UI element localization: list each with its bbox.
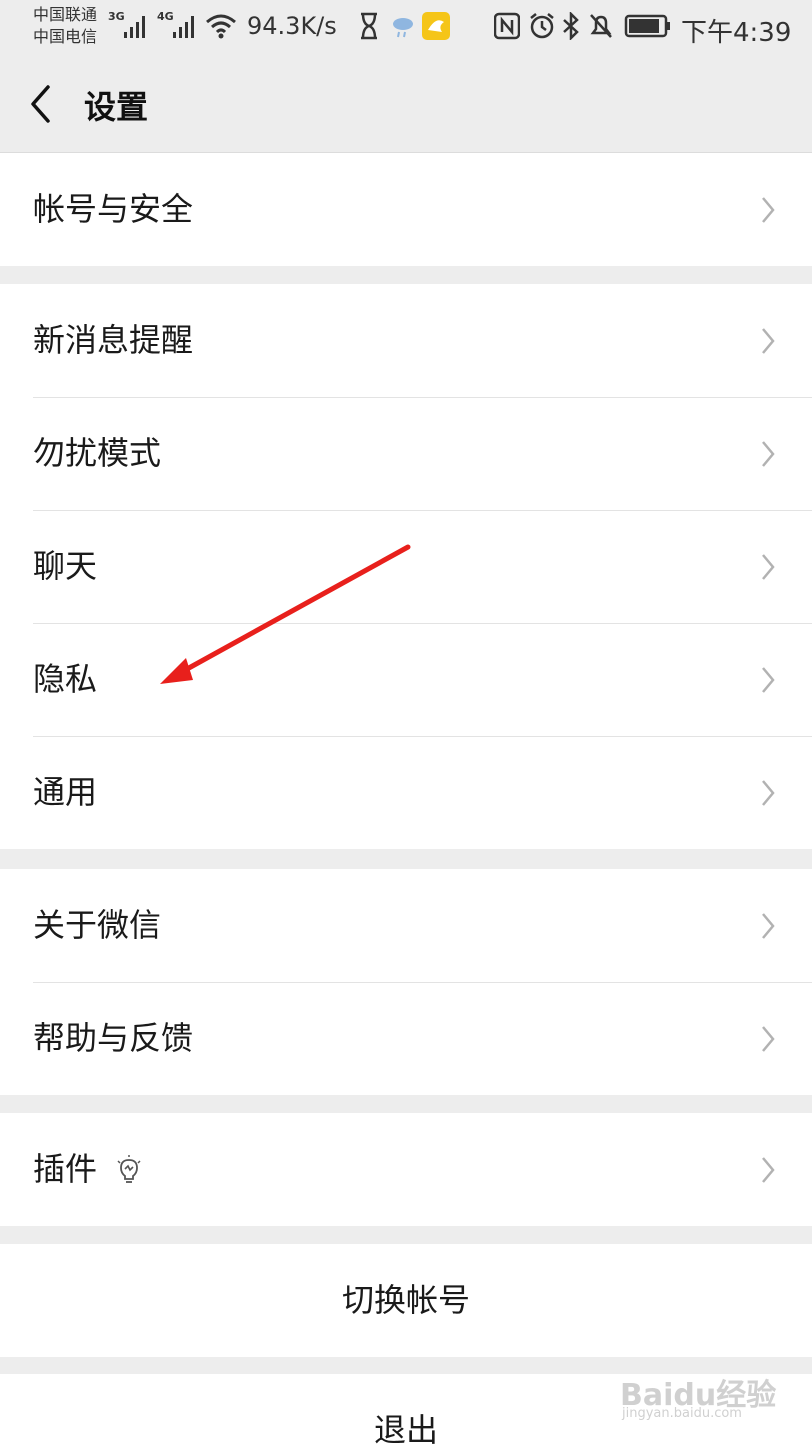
settings-item-help-feedback[interactable]: 帮助与反馈 [0,982,812,1095]
weather-icon [393,18,413,38]
settings-item-account-security[interactable]: 帐号与安全 [0,153,812,266]
settings-item-plugins[interactable]: 插件 [0,1113,812,1226]
settings-item-about[interactable]: 关于微信 [0,869,812,982]
back-arrow-icon[interactable] [28,84,54,124]
chevron-right-icon [762,328,775,354]
chevron-right-icon [762,197,775,223]
carrier-labels: 中国联通 中国电信 [33,4,97,48]
navigation-bar: 设置 [0,56,812,153]
settings-item-label: 隐私 [33,660,98,698]
settings-item-privacy[interactable]: 隐私 [0,623,812,736]
signal-icon [124,16,145,38]
settings-item-label: 勿扰模式 [33,434,162,472]
switch-account-group: 切换帐号 [0,1244,812,1357]
alarm-icon [530,13,554,39]
chevron-right-icon [762,780,775,806]
settings-item-label: 关于微信 [33,906,162,944]
page-title: 设置 [84,88,149,126]
chevron-right-icon [762,1157,775,1183]
lightbulb-icon [117,1155,141,1183]
settings-item-chat[interactable]: 聊天 [0,510,812,623]
status-time: 下午4:39 [681,18,792,48]
main-settings-group: 新消息提醒 勿扰模式 聊天 隐私 通用 [0,284,812,849]
app-notification-icon [422,12,450,40]
chevron-right-icon [762,667,775,693]
hourglass-icon [361,12,377,40]
nfc-icon [494,12,520,40]
settings-item-label: 聊天 [33,547,98,585]
carrier-1: 中国联通 [33,5,98,24]
status-bar: 中国联通 中国电信 3G 4G 94.3K/s 下午4:39 [0,0,812,56]
switch-account-label: 切换帐号 [341,1281,470,1319]
chevron-right-icon [762,1026,775,1052]
about-group: 关于微信 帮助与反馈 [0,869,812,1095]
settings-item-label: 帐号与安全 [33,190,194,228]
account-group: 帐号与安全 [0,153,812,266]
signal-icon-2 [173,16,194,38]
wifi-icon [206,14,236,39]
settings-item-do-not-disturb[interactable]: 勿扰模式 [0,397,812,510]
chevron-right-icon [762,441,775,467]
settings-item-notifications[interactable]: 新消息提醒 [0,284,812,397]
bluetooth-icon [563,12,579,40]
chevron-right-icon [762,554,775,580]
settings-item-label: 通用 [33,773,98,811]
logout-group: 退出 [0,1374,812,1444]
plugins-group: 插件 [0,1113,812,1226]
logout-button[interactable]: 退出 [0,1374,812,1444]
battery-icon [624,14,670,38]
settings-item-general[interactable]: 通用 [0,736,812,849]
settings-item-label: 帮助与反馈 [33,1019,194,1057]
carrier-2: 中国电信 [33,27,98,46]
chevron-right-icon [762,913,775,939]
logout-label: 退出 [373,1411,438,1444]
settings-item-label: 新消息提醒 [33,321,194,359]
settings-item-label: 插件 [33,1150,98,1188]
mute-icon [590,14,612,38]
switch-account-button[interactable]: 切换帐号 [0,1244,812,1357]
network-speed: 94.3K/s [247,12,337,40]
